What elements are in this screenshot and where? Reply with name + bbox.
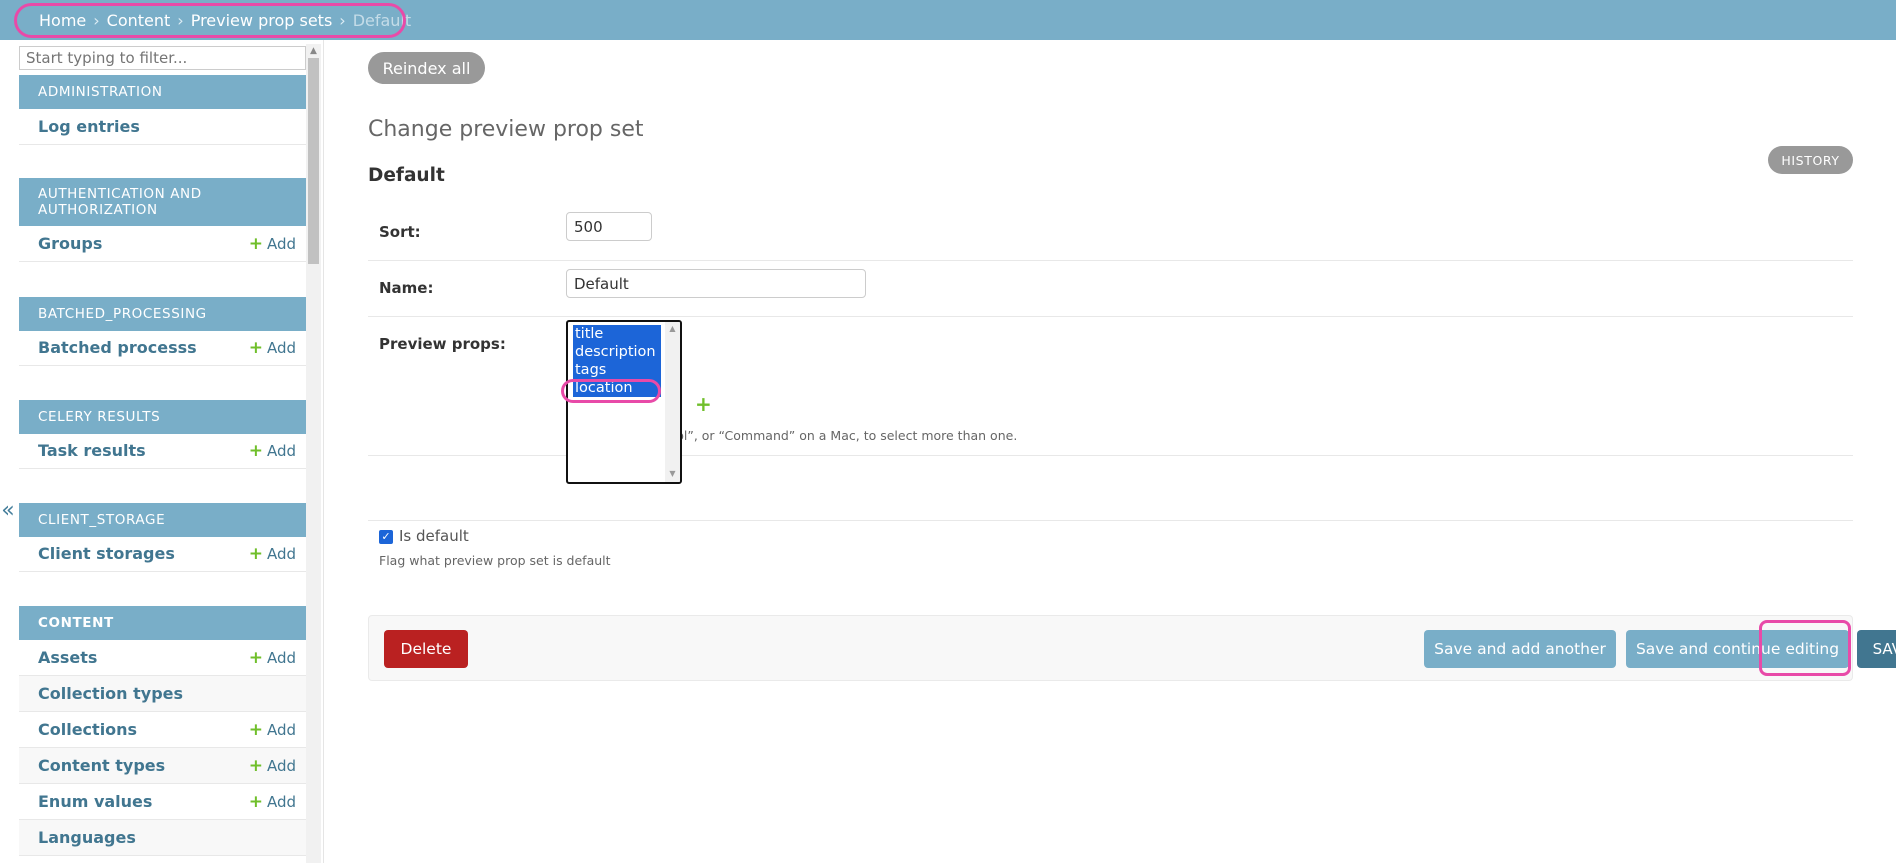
save-button[interactable]: SAVE <box>1857 630 1896 668</box>
sidebar-item-batched-processs[interactable]: Batched processs + Add <box>19 330 306 366</box>
scroll-up-icon[interactable]: ▲ <box>665 324 680 333</box>
is-default-help: Flag what preview prop set is default <box>379 553 611 568</box>
save-and-continue-button[interactable]: Save and continue editing <box>1626 630 1849 668</box>
breadcrumb-separator: › <box>93 10 100 30</box>
breadcrumb: Home › Content › Preview prop sets › Def… <box>0 0 1896 40</box>
form-row-name: Name: <box>368 261 1853 317</box>
submit-row: Delete Save and add another Save and con… <box>368 615 1896 681</box>
module-header-administration[interactable]: ADMINISTRATION <box>19 75 306 109</box>
sidebar-item-label[interactable]: Content types <box>38 756 165 775</box>
is-default-label[interactable]: Is default <box>399 527 469 545</box>
add-assets-link[interactable]: + Add <box>249 648 296 668</box>
sidebar-item-label[interactable]: Assets <box>38 648 97 667</box>
sort-label: Sort: <box>379 223 421 241</box>
add-related-icon[interactable]: + <box>695 392 712 416</box>
breadcrumb-separator: › <box>177 10 184 30</box>
sidebar-collapse-icon[interactable]: « <box>0 498 16 523</box>
plus-icon: + <box>248 543 263 564</box>
breadcrumb-home[interactable]: Home <box>39 11 86 30</box>
sidebar-item-label[interactable]: Groups <box>38 234 102 253</box>
add-label: Add <box>266 234 296 253</box>
add-label: Add <box>266 792 296 811</box>
sidebar-item-client-storages[interactable]: Client storages + Add <box>19 536 306 572</box>
add-content-types-link[interactable]: + Add <box>249 756 296 776</box>
delete-button[interactable]: Delete <box>384 630 468 668</box>
page-title: Change preview prop set <box>368 117 644 142</box>
main-content: Reindex all Change preview prop set HIST… <box>325 40 1896 863</box>
sidebar-item-task-results[interactable]: Task results + Add <box>19 433 306 469</box>
is-default-checkbox[interactable]: ✓ <box>379 530 393 544</box>
plus-icon: + <box>248 719 263 740</box>
add-label: Add <box>266 648 296 667</box>
sidebar-filter-input[interactable] <box>19 46 306 70</box>
sidebar-item-assets[interactable]: Assets + Add <box>19 640 306 676</box>
name-label: Name: <box>379 279 434 297</box>
nav-sidebar: ▲ ADMINISTRATION Log entries AUTHENTICAT… <box>0 40 324 863</box>
history-button[interactable]: HISTORY <box>1768 146 1853 174</box>
sidebar-item-content-types[interactable]: Content types + Add <box>19 748 306 784</box>
sidebar-item-label[interactable]: Batched processs <box>38 338 197 357</box>
add-label: Add <box>266 544 296 563</box>
sidebar-item-label[interactable]: Collections <box>38 720 137 739</box>
breadcrumb-current: Default <box>352 10 412 30</box>
option-title[interactable]: title <box>573 325 661 343</box>
option-location[interactable]: location <box>573 379 661 397</box>
plus-icon: + <box>248 440 263 461</box>
add-label: Add <box>266 441 296 460</box>
add-collections-link[interactable]: + Add <box>249 720 296 740</box>
plus-icon: + <box>248 755 263 776</box>
plus-icon: + <box>248 647 263 668</box>
sort-input[interactable] <box>566 212 652 241</box>
save-and-add-another-button[interactable]: Save and add another <box>1424 630 1616 668</box>
sidebar-item-label[interactable]: Languages <box>38 828 136 847</box>
sidebar-item-collection-types[interactable]: Collection types <box>19 676 306 712</box>
sidebar-item-enum-values[interactable]: Enum values + Add <box>19 784 306 820</box>
breadcrumb-preview-prop-sets[interactable]: Preview prop sets <box>191 11 333 30</box>
form-row-is-default <box>368 456 1853 521</box>
breadcrumb-separator: › <box>339 10 346 30</box>
add-task-results-link[interactable]: + Add <box>249 441 296 461</box>
scroll-up-icon[interactable]: ▲ <box>306 44 321 58</box>
module-header-batched-processing[interactable]: BATCHED_PROCESSING <box>19 297 306 331</box>
breadcrumb-content[interactable]: Content <box>107 11 171 30</box>
plus-icon: + <box>248 233 263 254</box>
option-description[interactable]: description <box>573 343 661 361</box>
add-label: Add <box>266 338 296 357</box>
sidebar-item-groups[interactable]: Groups + Add <box>19 226 306 262</box>
module-header-content[interactable]: CONTENT <box>19 606 306 640</box>
option-tags[interactable]: tags <box>573 361 661 379</box>
module-header-authentication[interactable]: AUTHENTICATION AND AUTHORIZATION <box>19 178 306 226</box>
module-header-client-storage[interactable]: CLIENT_STORAGE <box>19 503 306 537</box>
add-groups-link[interactable]: + Add <box>249 234 296 254</box>
form-row-sort: Sort: <box>368 204 1853 261</box>
sidebar-scroll-thumb[interactable] <box>308 58 319 264</box>
add-label: Add <box>266 720 296 739</box>
sidebar-item-label[interactable]: Log entries <box>38 117 140 136</box>
sidebar-item-label[interactable]: Enum values <box>38 792 152 811</box>
name-input[interactable] <box>566 269 866 298</box>
sidebar-item-label[interactable]: Task results <box>38 441 146 460</box>
preview-props-label: Preview props: <box>379 335 506 353</box>
sidebar-item-log-entries[interactable]: Log entries <box>19 109 306 145</box>
sidebar-item-collections[interactable]: Collections + Add <box>19 712 306 748</box>
add-batched-processs-link[interactable]: + Add <box>249 338 296 358</box>
sidebar-item-languages[interactable]: Languages <box>19 820 306 856</box>
add-client-storages-link[interactable]: + Add <box>249 544 296 564</box>
object-title: Default <box>368 165 445 186</box>
module-header-celery-results[interactable]: CELERY RESULTS <box>19 400 306 434</box>
add-enum-values-link[interactable]: + Add <box>249 792 296 812</box>
add-label: Add <box>266 756 296 775</box>
plus-icon: + <box>248 791 263 812</box>
sidebar-item-label[interactable]: Client storages <box>38 544 175 563</box>
reindex-all-button[interactable]: Reindex all <box>368 52 485 84</box>
plus-icon: + <box>248 337 263 358</box>
sidebar-item-label[interactable]: Collection types <box>38 684 183 703</box>
